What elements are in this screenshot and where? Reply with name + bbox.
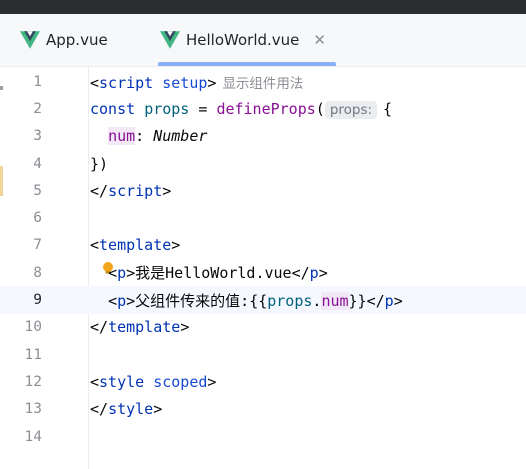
line-number: 5 [33,182,42,199]
line-number: 12 [24,373,42,390]
code-line[interactable]: 13 </style> [0,396,526,423]
line-code: </script> [90,181,172,200]
vue-logo-icon [160,31,180,49]
tab-label: HelloWorld.vue [186,31,300,49]
editor-tab-bar: App.vue HelloWorld.vue ✕ [0,14,526,67]
code-line[interactable]: 2 const props = defineProps(props:{ [0,95,526,122]
code-line[interactable]: 12 <style scoped> [0,368,526,395]
tab-label: App.vue [46,31,108,49]
line-code: <p>父组件传来的值:{{props.num}}</p> [108,291,403,310]
tab-app-vue[interactable]: App.vue [20,14,108,66]
line-number: 4 [33,155,42,172]
vue-logo-icon [20,31,40,49]
line-code: </style> [90,400,163,419]
code-line-current[interactable]: 9 <p>父组件传来的值:{{props.num}}</p> [0,286,526,314]
code-editor[interactable]: 1 <script setup> 显示组件用法 2 const props = d… [0,66,526,469]
line-code: <p>我是HelloWorld.vue</p> [108,264,328,283]
line-number: 10 [24,319,42,336]
line-number: 2 [33,100,42,117]
line-number: 7 [33,237,42,254]
component-usage-hint[interactable]: 显示组件用法 [222,76,303,92]
line-code: </template> [90,318,190,337]
line-number: 13 [24,401,42,418]
tab-helloworld-vue[interactable]: HelloWorld.vue ✕ [158,14,336,66]
code-line[interactable]: 10 </template> [0,314,526,341]
code-line[interactable]: 4 }) [0,150,526,177]
line-code: <script setup> 显示组件用法 [90,73,304,92]
line-code: }) [90,154,109,173]
close-icon[interactable]: ✕ [313,32,326,48]
window-top-bar [0,0,526,14]
code-line[interactable]: 14 [0,423,526,450]
line-number: 14 [24,428,42,445]
code-line[interactable]: 5 </script> [0,177,526,204]
line-code: <template> [90,236,181,255]
line-number: 9 [33,292,42,309]
line-code: num: Number [108,127,208,146]
line-code: <style scoped> [90,372,217,391]
line-code: const props = defineProps(props:{ [90,99,393,119]
code-line[interactable]: 11 [0,341,526,368]
parameter-inlay-hint: props: [324,100,378,119]
line-number: 1 [33,73,42,90]
line-number: 3 [33,128,42,145]
line-number: 6 [33,210,42,227]
code-line[interactable]: 6 [0,205,526,232]
code-line[interactable]: 3 num: Number [0,123,526,150]
code-line[interactable]: 7 <template> [0,232,526,259]
line-number: 8 [33,264,42,281]
code-line[interactable]: 8 <p>我是HelloWorld.vue</p> [0,259,526,286]
code-line[interactable]: 1 <script setup> 显示组件用法 [0,68,526,95]
line-number: 11 [24,346,42,363]
